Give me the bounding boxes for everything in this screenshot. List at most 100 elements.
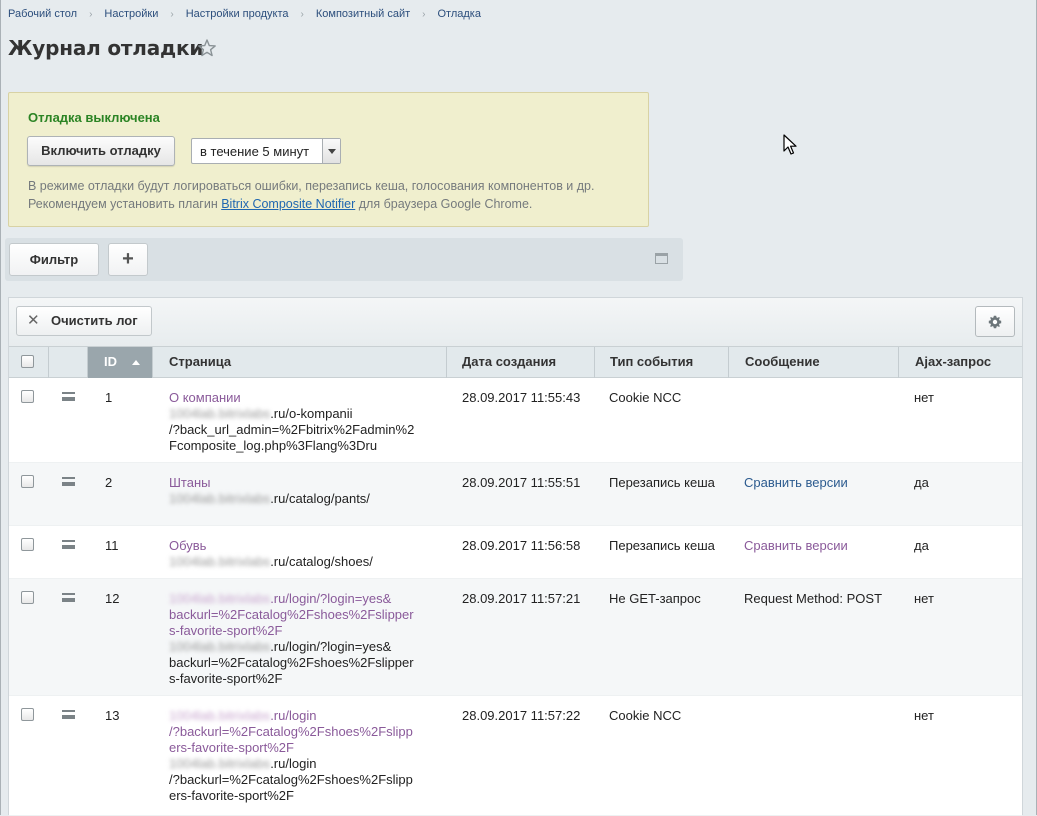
compare-versions-link[interactable]: Сравнить версии [744,538,848,554]
row-ajax: да [914,475,929,490]
chevron-right-icon: › [300,8,304,20]
page-link[interactable]: 1004lab.bitrixlabs.ru/login/?login=yes& [169,591,414,607]
row-type: Cookie NCC [609,390,682,405]
row-type: Не GET-запрос [609,591,701,606]
menu-icon[interactable] [62,540,75,549]
column-header-date[interactable]: Дата создания [447,347,595,378]
duration-value: в течение 5 минут [200,144,310,159]
page-link[interactable]: О компании [169,390,414,406]
debug-note-line1: В режиме отладки будут логироваться ошиб… [28,179,595,193]
row-checkbox[interactable] [21,708,34,721]
page-url: .ru/catalog/shoes/ [270,554,373,569]
debug-note-line2: Рекомендуем установить плагин Bitrix Com… [28,195,638,213]
close-icon: ✕ [27,312,40,329]
row-id: 2 [105,475,113,490]
page-link[interactable]: Штаны [169,475,370,491]
chevron-right-icon: › [422,8,426,20]
breadcrumb-debug[interactable]: Отладка [437,8,480,20]
table-row[interactable]: 11 Обувь 1004lab.bitrixlabs.ru/catalog/s… [9,526,1022,579]
blurred-host: 1004lab.bitrixlabs [169,708,271,723]
row-date: 28.09.2017 11:57:22 [462,708,581,723]
menu-icon[interactable] [62,593,75,602]
menu-icon[interactable] [62,710,75,719]
table-row[interactable]: 13 1004lab.bitrixlabs.ru/login /?backurl… [9,696,1022,816]
clear-log-button[interactable]: ✕ Очистить лог [16,306,152,336]
chevron-right-icon: › [89,8,93,20]
page-url: Fcomposite_log.php%3Flang%3Dru [169,438,378,453]
row-page: Обувь 1004lab.bitrixlabs.ru/catalog/shoe… [169,538,373,570]
column-header-id[interactable]: ID [88,347,153,378]
row-ajax: да [914,538,929,553]
row-id: 12 [105,591,120,606]
column-header-ajax[interactable]: Ajax-запрос [899,347,1024,378]
row-checkbox[interactable] [21,591,34,604]
menu-icon[interactable] [62,392,75,401]
debug-note: В режиме отладки будут логироваться ошиб… [28,177,638,213]
row-id: 13 [105,708,120,723]
row-checkbox[interactable] [21,475,34,488]
select-all-cell [9,347,49,378]
page-link-text[interactable]: ers-favorite-sport%2F [169,740,413,756]
page-url: s-favorite-sport%2F [169,671,283,686]
chevron-down-icon[interactable] [322,139,340,163]
page-link-text: .ru/login/?login=yes& [270,591,392,606]
page-url: ers-favorite-sport%2F [169,788,294,803]
table-row[interactable]: 2 Штаны 1004lab.bitrixlabs.ru/catalog/pa… [9,463,1022,526]
breadcrumb-desktop[interactable]: Рабочий стол [8,8,77,20]
add-filter-button[interactable]: + [108,243,148,276]
compare-versions-link[interactable]: Сравнить версии [744,475,848,491]
row-page: 1004lab.bitrixlabs.ru/login/?login=yes& … [169,591,414,687]
blurred-host: 1004lab.bitrixlabs [169,491,271,506]
column-header-page[interactable]: Страница [153,347,447,378]
table-row[interactable]: 1 О компании 1004lab.bitrixlabs.ru/o-kom… [9,378,1022,463]
page-link-text[interactable]: s-favorite-sport%2F [169,623,414,639]
page-link[interactable]: 1004lab.bitrixlabs.ru/login [169,708,413,724]
table-row[interactable]: 12 1004lab.bitrixlabs.ru/login/?login=ye… [9,579,1022,696]
mouse-cursor-icon [783,134,797,155]
star-icon[interactable] [197,38,217,58]
log-grid: ✕ Очистить лог ID Страница Дата создания… [8,297,1024,816]
row-id: 11 [105,538,119,553]
row-type: Перезапись кеша [609,475,715,490]
page-url: .ru/login/?login=yes& [270,639,392,654]
page-url: .ru/catalog/pants/ [270,491,370,506]
page-link-text[interactable]: /?backurl=%2Fcatalog%2Fshoes%2Fslipp [169,724,413,740]
note-text: для браузера Google Chrome. [355,197,533,211]
filter-button[interactable]: Фильтр [9,243,99,276]
enable-debug-button[interactable]: Включить отладку [27,136,175,166]
row-type: Перезапись кеша [609,538,715,553]
debug-status: Отладка выключена [28,110,160,125]
column-header-type[interactable]: Тип события [595,347,729,378]
select-all-checkbox[interactable] [21,355,34,368]
blurred-host: 1004lab.bitrixlabs [169,554,271,569]
page-link-text: .ru/login [270,708,317,723]
row-page: О компании 1004lab.bitrixlabs.ru/o-kompa… [169,390,414,454]
clear-log-label: Очистить лог [51,313,138,328]
menu-icon[interactable] [62,477,75,486]
page-url: /?backurl=%2Fcatalog%2Fshoes%2Fslipp [169,772,413,787]
breadcrumb-settings[interactable]: Настройки [104,8,158,20]
row-ajax: нет [914,591,934,606]
page-url: /?back_url_admin=%2Fbitrix%2Fadmin%2 [169,422,415,437]
row-checkbox[interactable] [21,538,34,551]
row-checkbox[interactable] [21,390,34,403]
gear-icon [988,315,1002,329]
row-date: 28.09.2017 11:57:21 [462,591,581,606]
page-link[interactable]: Обувь [169,538,373,554]
row-message: Request Method: POST [744,591,883,606]
duration-select[interactable]: в течение 5 минут [191,138,341,164]
blurred-host: 1004lab.bitrixlabs [169,756,271,771]
row-page: 1004lab.bitrixlabs.ru/login /?backurl=%2… [169,708,413,804]
collapse-icon[interactable] [655,253,668,264]
row-date: 28.09.2017 11:55:51 [462,475,581,490]
row-type: Cookie NCC [609,708,682,723]
grid-toolbar: ✕ Очистить лог [9,298,1022,346]
grid-settings-button[interactable] [975,306,1015,337]
breadcrumb-product-settings[interactable]: Настройки продукта [186,8,289,20]
page-link-text[interactable]: backurl=%2Fcatalog%2Fshoes%2Fslipper [169,607,414,623]
breadcrumb-composite-site[interactable]: Композитный сайт [316,8,410,20]
debug-panel: Отладка выключена Включить отладку в теч… [8,92,649,227]
column-header-message[interactable]: Сообщение [729,347,899,378]
composite-notifier-link[interactable]: Bitrix Composite Notifier [221,197,355,211]
row-date: 28.09.2017 11:55:43 [462,390,581,405]
